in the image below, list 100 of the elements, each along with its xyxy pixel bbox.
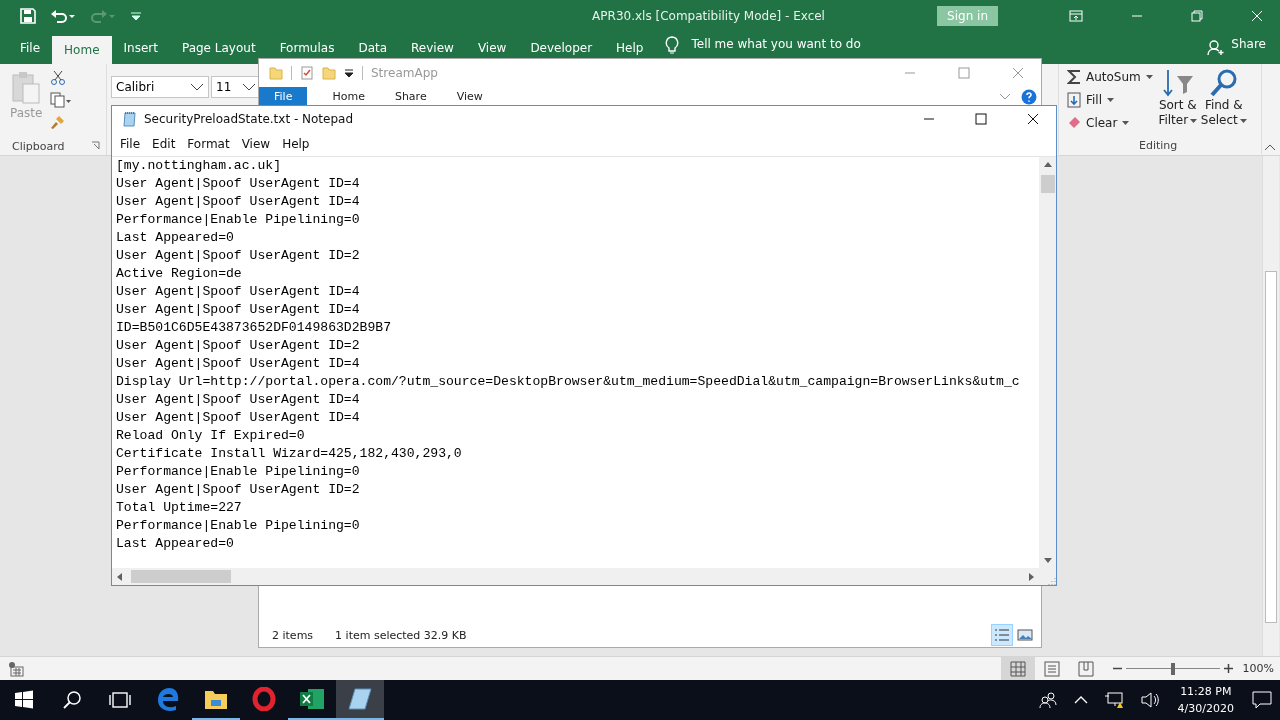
ring-icon <box>252 687 276 711</box>
scrollbar[interactable] <box>1039 157 1056 568</box>
text-line: User Agent|Spoof UserAgent ID=4 <box>116 193 361 211</box>
caret-icon <box>1190 118 1198 123</box>
menu-item[interactable]: File <box>114 137 147 151</box>
scroll-thumb[interactable] <box>131 570 231 583</box>
chevron-down-icon[interactable] <box>999 92 1011 101</box>
properties-icon[interactable] <box>300 66 314 80</box>
caret-icon <box>1239 118 1247 123</box>
task-view-icon <box>109 691 131 709</box>
scroll-right-icon[interactable] <box>1029 572 1034 581</box>
restore-icon[interactable] <box>1191 10 1203 22</box>
speaker-icon[interactable] <box>1139 691 1160 709</box>
chevron-up-icon[interactable] <box>1073 695 1088 705</box>
ribbon-tab[interactable]: Help <box>604 39 656 57</box>
scroll-down-icon[interactable] <box>1043 558 1052 563</box>
text-line: Last Appeared=0 <box>116 535 235 553</box>
ribbon-tab[interactable]: Formulas <box>267 39 347 57</box>
text-line: Certificate Install Wizard=425,182,430,293,0 <box>116 445 463 463</box>
caret-icon[interactable] <box>1107 98 1115 102</box>
lightbulb-icon <box>665 35 680 54</box>
macro-icon[interactable] <box>8 660 24 677</box>
window-title: StreamApp <box>371 66 438 80</box>
ribbon-tab[interactable]: Developer <box>518 39 605 57</box>
page-break-icon <box>1077 660 1094 677</box>
menu-item[interactable]: Help <box>276 137 316 151</box>
tell-me-search[interactable]: Tell me what you want to do <box>691 37 861 51</box>
ribbon-tab[interactable]: File <box>259 87 308 106</box>
notification-icon[interactable] <box>1252 691 1272 709</box>
ribbon-display-icon[interactable] <box>1069 10 1083 22</box>
scroll-up-icon[interactable] <box>1043 162 1052 167</box>
save-icon[interactable] <box>20 8 36 24</box>
caret-icon[interactable] <box>1145 75 1153 79</box>
ribbon-tab[interactable]: View <box>465 39 519 57</box>
zoom-level[interactable]: 100% <box>1242 662 1274 675</box>
sort-filter-button[interactable]: Sort & Filter <box>1156 68 1199 128</box>
dropdown-icon[interactable] <box>344 68 354 78</box>
details-view-button[interactable] <box>991 624 1013 646</box>
resize-grip[interactable] <box>1046 575 1056 585</box>
clock[interactable]: 11:28 PM 4/30/2020 <box>1177 680 1234 720</box>
ribbon-tab[interactable]: Review <box>399 39 466 57</box>
ribbon-tab[interactable]: Page Layout <box>169 39 268 57</box>
network-warning-icon[interactable] <box>1103 691 1124 709</box>
menu-item[interactable]: Edit <box>146 137 182 151</box>
clear-button[interactable]: Clear <box>1086 116 1118 130</box>
taskbar-app[interactable] <box>336 680 384 720</box>
scroll-thumb[interactable] <box>1040 175 1055 193</box>
autosum-button[interactable]: AutoSum <box>1086 70 1141 84</box>
font-size-field[interactable]: 11 <box>211 76 261 98</box>
collapse-ribbon-icon[interactable] <box>1264 143 1276 151</box>
caret-icon[interactable] <box>1122 121 1130 125</box>
ribbon-tab[interactable]: Home <box>317 87 380 106</box>
sum-icon[interactable] <box>1067 69 1081 85</box>
menu-item[interactable]: Format <box>181 137 236 151</box>
text-line: Performance|Enable Pipelining=0 <box>116 517 361 535</box>
caret-icon[interactable] <box>190 83 204 91</box>
notepad-icon <box>347 687 373 711</box>
fill-down-icon[interactable] <box>1067 92 1081 108</box>
people-icon[interactable] <box>1037 691 1058 709</box>
customize-icon[interactable] <box>130 10 142 22</box>
scrollbar[interactable] <box>1262 156 1279 656</box>
normal-view-button[interactable] <box>1000 657 1035 680</box>
zoom-in-icon[interactable] <box>1223 664 1233 673</box>
ribbon-tab[interactable]: Data <box>346 39 400 57</box>
folder-icon <box>269 66 283 80</box>
text-line: User Agent|Spoof UserAgent ID=4 <box>116 301 361 319</box>
share-button[interactable]: Share <box>1231 37 1266 51</box>
redo-icon <box>90 8 116 24</box>
notepad-icon <box>122 111 138 127</box>
menu-item[interactable]: View <box>235 137 277 151</box>
eraser-icon[interactable] <box>1067 116 1081 130</box>
grid-icon <box>1009 660 1026 677</box>
text-line: User Agent|Spoof UserAgent ID=2 <box>116 247 361 265</box>
format-painter-icon[interactable] <box>50 114 67 130</box>
scissors-icon[interactable] <box>50 70 67 86</box>
maximize-icon[interactable] <box>975 113 987 125</box>
font-name-field[interactable]: Calibri <box>111 76 209 98</box>
scrollbar[interactable] <box>112 568 1039 585</box>
text-line: User Agent|Spoof UserAgent ID=4 <box>116 409 361 427</box>
text-line: [my.nottingham.ac.uk] <box>116 157 282 175</box>
caret-icon[interactable] <box>242 83 256 91</box>
ribbon-tab[interactable]: Home <box>52 36 112 64</box>
text-line: Reload Only If Expired=0 <box>116 427 306 445</box>
ribbon-tab[interactable]: Insert <box>111 39 170 57</box>
close-icon[interactable] <box>1027 113 1039 125</box>
ribbon-tab[interactable]: View <box>441 87 498 106</box>
undo-icon[interactable] <box>50 8 76 24</box>
sort-filter-icon <box>1160 68 1195 98</box>
help-icon[interactable] <box>1021 88 1037 105</box>
fill-button[interactable]: Fill <box>1086 93 1103 107</box>
find-select-button[interactable]: Find & Select <box>1202 68 1245 128</box>
browser-icon <box>156 687 180 711</box>
dialog-launcher-icon[interactable] <box>91 141 100 150</box>
text-line: User Agent|Spoof UserAgent ID=4 <box>116 355 361 373</box>
window-title: SecurityPreloadState.txt - Notepad <box>144 112 354 126</box>
copy-icon[interactable] <box>50 92 73 108</box>
ribbon-tab[interactable]: File <box>8 39 53 57</box>
text-line: Performance|Enable Pipelining=0 <box>116 463 361 481</box>
scroll-left-icon[interactable] <box>117 572 122 581</box>
ribbon-tab[interactable]: Share <box>379 87 442 106</box>
